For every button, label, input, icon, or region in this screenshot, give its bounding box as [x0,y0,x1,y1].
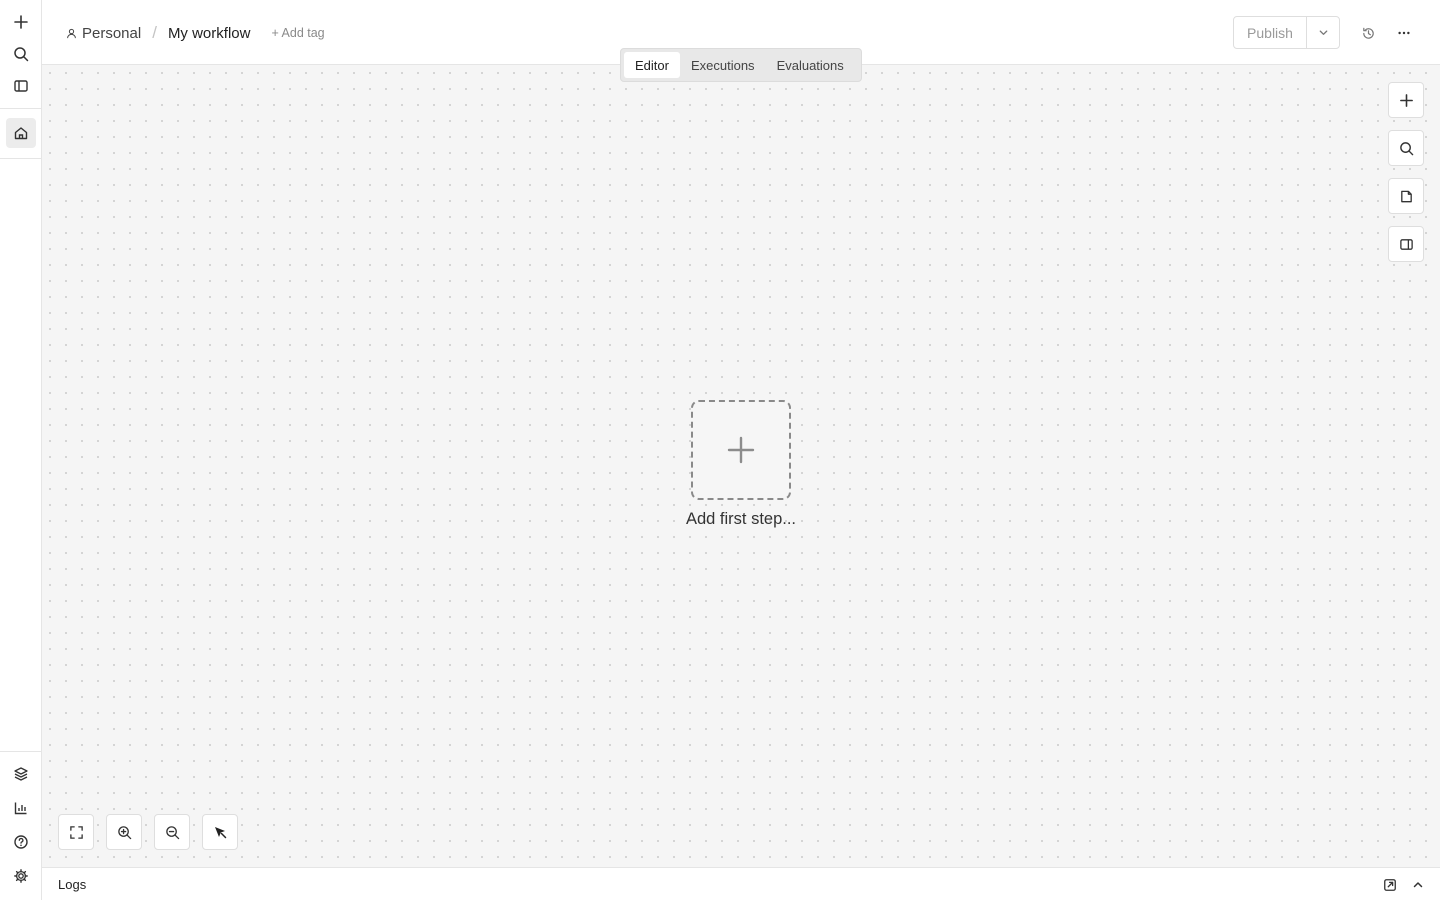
logs-panel-bar[interactable]: Logs [42,867,1440,900]
logs-label: Logs [58,877,87,892]
workflow-canvas[interactable]: Add first step... [42,65,1440,867]
more-options-icon[interactable] [1391,20,1417,46]
plus-icon [726,435,756,465]
add-first-step-label: Add first step... [685,510,797,528]
left-sidebar [0,0,42,900]
search-icon[interactable] [6,39,36,69]
view-tabs: Editor Executions Evaluations [620,48,862,82]
canvas-zoom-toolbar [58,814,238,850]
canvas-right-toolbar [1388,82,1424,274]
help-icon[interactable] [6,827,36,857]
add-first-step-button[interactable] [691,400,791,500]
add-node-icon[interactable] [1388,82,1424,118]
tidy-up-icon[interactable] [202,814,238,850]
templates-icon[interactable] [6,759,36,789]
insights-icon[interactable] [6,793,36,823]
tab-editor[interactable]: Editor [624,52,680,78]
publish-button[interactable]: Publish [1234,17,1307,48]
settings-icon[interactable] [6,861,36,891]
add-tag-button[interactable]: + Add tag [271,26,324,40]
zoom-out-icon[interactable] [154,814,190,850]
publish-split-button: Publish [1233,16,1340,49]
pop-out-icon[interactable] [1380,875,1400,895]
tab-evaluations[interactable]: Evaluations [766,52,855,78]
history-icon[interactable] [1355,20,1381,46]
breadcrumb-separator: / [152,23,157,42]
zoom-in-icon[interactable] [106,814,142,850]
sidebar-divider [0,158,41,159]
workflow-name[interactable]: My workflow [168,25,251,42]
sidebar-divider [0,108,41,109]
sidebar-toggle-icon[interactable] [6,71,36,101]
breadcrumb-project-label: Personal [82,24,142,42]
chevron-down-icon[interactable] [1307,17,1339,48]
breadcrumb-project[interactable]: Personal [66,25,141,42]
sidebar-divider [0,751,41,752]
panel-toggle-icon[interactable] [1388,226,1424,262]
fit-view-icon[interactable] [58,814,94,850]
tab-executions[interactable]: Executions [680,52,766,78]
user-icon [66,28,77,39]
home-icon[interactable] [6,118,36,148]
create-plus-icon[interactable] [6,7,36,37]
breadcrumb: Personal / My workflow + Add tag [66,22,325,44]
search-icon[interactable] [1388,130,1424,166]
sticky-note-icon[interactable] [1388,178,1424,214]
chevron-up-icon[interactable] [1408,875,1428,895]
